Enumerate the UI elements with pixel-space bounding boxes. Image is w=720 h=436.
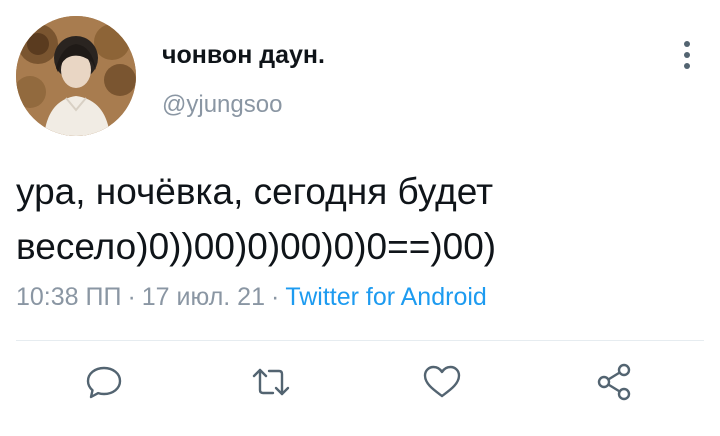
profile-photo-icon [16, 16, 136, 136]
avatar[interactable] [16, 16, 136, 136]
share-icon [597, 363, 631, 401]
tweet-date: 17 июл. 21 [141, 283, 265, 311]
tweet-meta: 10:38 ПП · 17 июл. 21 · Twitter for Android [16, 283, 487, 312]
share-button[interactable] [593, 360, 637, 404]
reply-button[interactable] [82, 360, 126, 404]
retweet-icon [252, 368, 290, 396]
tweet-source-link[interactable]: Twitter for Android [285, 283, 486, 311]
display-name[interactable]: чонвон даун. [162, 41, 325, 70]
tweet-text: ура, ночёвка, сегодня будет весело)0))00… [16, 171, 497, 267]
more-button[interactable] [673, 38, 701, 74]
meta-separator: · [127, 283, 136, 311]
more-vertical-icon [684, 41, 690, 69]
reply-icon [86, 366, 122, 399]
meta-separator: · [271, 283, 280, 311]
heart-icon [423, 365, 461, 398]
action-bar [0, 352, 720, 412]
user-handle[interactable]: @yjungsoo [162, 91, 282, 119]
divider [16, 340, 704, 341]
tweet-time: 10:38 ПП [16, 283, 122, 311]
retweet-button[interactable] [249, 360, 293, 404]
tweet-card: чонвон даун. @yjungsoo ура, ночёвка, сег… [0, 0, 720, 436]
like-button[interactable] [420, 360, 464, 404]
